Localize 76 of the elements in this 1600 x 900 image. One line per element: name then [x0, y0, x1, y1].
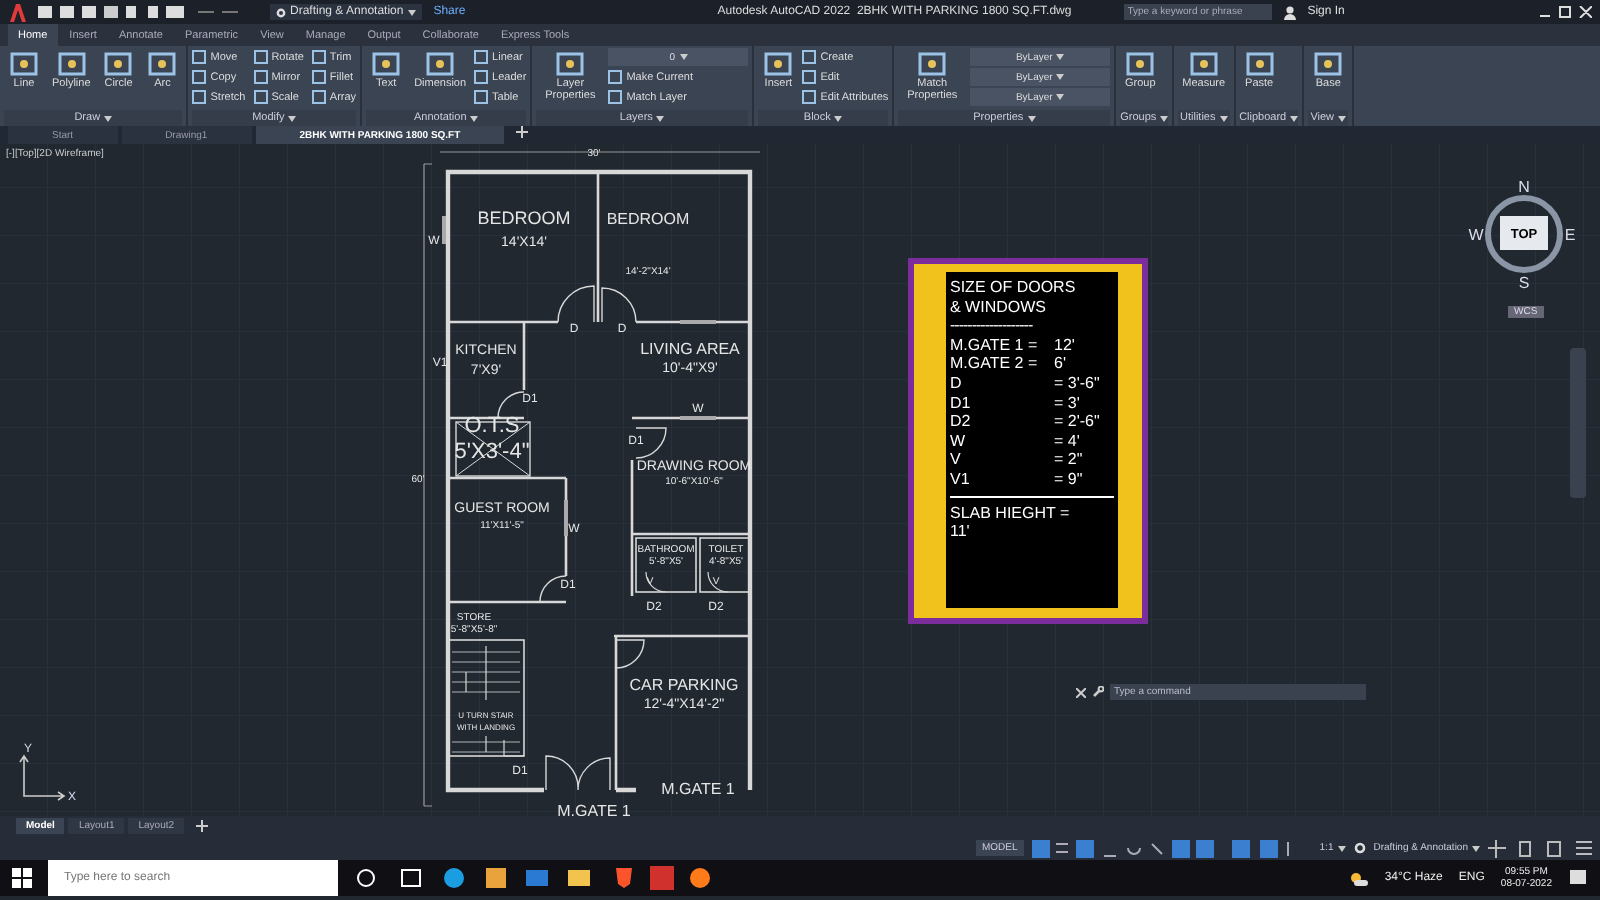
tool-icon: [1312, 50, 1345, 78]
plan-label: M.GATE 1: [557, 802, 631, 816]
legend-item-name: D2: [950, 412, 973, 432]
caret-icon: [1027, 115, 1036, 121]
tool-icon: [55, 50, 88, 78]
caret-icon: [470, 115, 479, 121]
ucs-axes-icon: [19, 754, 66, 801]
tool-icon: [146, 50, 179, 78]
windows-start-icon[interactable]: [12, 868, 32, 888]
legend-item-size: = 3'-6": [1054, 373, 1100, 394]
tool-icon: [762, 50, 795, 78]
caret-icon: [679, 54, 688, 60]
gear-icon: [276, 7, 286, 17]
tool-icon: [1124, 50, 1157, 78]
legend-item-name: W: [950, 431, 968, 451]
tool-icon: [102, 50, 135, 78]
compass-ring[interactable]: [1485, 195, 1563, 273]
user-icon[interactable]: [1283, 5, 1296, 19]
caret-icon: [1219, 115, 1228, 121]
legend-footer: SLAB HIEGHT =: [950, 503, 1114, 523]
tool-icon: [424, 50, 457, 78]
caret-icon: [834, 115, 843, 121]
status-tools-icon[interactable]: [1488, 839, 1592, 857]
legend-item-size: = 2'-6": [1054, 412, 1100, 432]
legend-item-name: M.GATE 2 =: [950, 354, 1040, 374]
caret-icon: [1337, 845, 1346, 851]
caret-icon: [1056, 94, 1065, 100]
tool-icon: [1187, 50, 1220, 78]
close-icon[interactable]: [1076, 687, 1086, 697]
room-name: BEDROOM: [606, 210, 690, 228]
plan-label: M.GATE 1: [661, 780, 735, 798]
caret-icon: [288, 115, 297, 121]
legend-item-size: 6': [1054, 354, 1066, 374]
legend-rule: -------------------: [950, 316, 1035, 336]
caret-icon: [407, 9, 416, 15]
tool-icon: [916, 50, 949, 78]
gear-icon[interactable]: [1353, 842, 1366, 854]
tool-icon: [554, 50, 587, 78]
legend-footer: 11': [950, 522, 1114, 542]
compass-south[interactable]: S: [1518, 274, 1530, 292]
legend-item-name: V: [950, 450, 963, 470]
caret-icon: [1338, 115, 1347, 121]
window-controls-icon[interactable]: [1540, 6, 1592, 18]
compass-north[interactable]: N: [1518, 178, 1530, 196]
legend-heading: SIZE OF DOORS: [950, 278, 1078, 298]
legend-item-name: M.GATE 1 =: [950, 335, 1040, 355]
tool-icon: [8, 50, 40, 78]
weather-icon[interactable]: [1350, 871, 1369, 885]
view-cube-face[interactable]: [1500, 216, 1548, 250]
app-logo-icon[interactable]: [8, 3, 26, 21]
compass-west[interactable]: W: [1468, 226, 1484, 244]
caret-icon: [656, 115, 665, 121]
room-name: BEDROOM: [477, 208, 571, 228]
tool-icon: [1243, 50, 1276, 78]
legend-item-size: = 2": [1054, 450, 1083, 470]
room-name: CAR PARKING: [629, 676, 739, 694]
legend-item-size: = 3': [1054, 393, 1080, 413]
legend-item-size: = 9": [1054, 469, 1083, 490]
legend-item-size: = 4': [1054, 431, 1080, 451]
compass-east[interactable]: E: [1564, 226, 1576, 244]
caret-icon: [1290, 115, 1299, 121]
caret-icon: [1472, 845, 1480, 851]
legend-item-name: D: [950, 373, 964, 394]
wrench-icon[interactable]: [1092, 686, 1104, 698]
legend-item-name: V1: [950, 469, 972, 490]
legend-item-size: 12': [1054, 335, 1075, 355]
notification-icon[interactable]: [1568, 868, 1588, 888]
tool-icon: [370, 50, 403, 78]
caret-icon: [1056, 74, 1065, 80]
legend-item-name: D1: [950, 393, 973, 413]
caret-icon: [1160, 115, 1169, 121]
room-name: LIVING AREA: [640, 340, 740, 358]
caret-icon: [1056, 54, 1065, 60]
legend-heading: & WINDOWS: [950, 297, 1048, 317]
caret-icon: [104, 115, 113, 121]
taskbar-apps-icon[interactable]: [354, 866, 714, 890]
